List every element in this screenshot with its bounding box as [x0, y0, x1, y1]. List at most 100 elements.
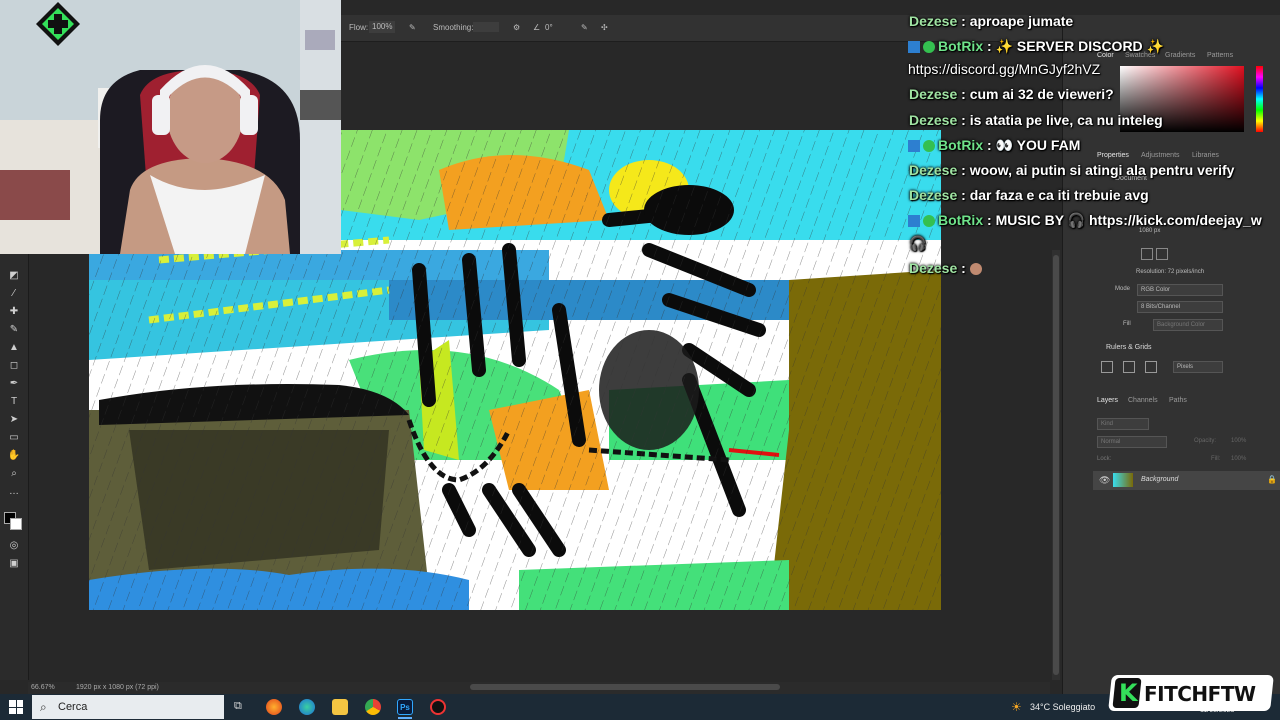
stamp-tool-icon[interactable]: ▲	[7, 342, 21, 354]
photoshop-icon[interactable]: Ps	[397, 699, 413, 715]
bot-badge-icon	[908, 41, 920, 53]
brush-airbrush-icon[interactable]: ✎	[409, 23, 416, 32]
portrait-icon[interactable]	[1141, 248, 1153, 260]
eye-icon[interactable]: 👁	[1099, 475, 1110, 486]
hue-slider[interactable]	[1256, 66, 1263, 132]
chat-message: Dezese :	[909, 260, 982, 276]
chat-username: Dezese	[909, 13, 958, 29]
chat-message: Dezese : aproape jumate	[909, 13, 1074, 29]
tab-paths[interactable]: Paths	[1169, 397, 1187, 404]
flow-label: Flow:	[349, 23, 369, 32]
crop-tool-icon[interactable]: ◩	[7, 270, 21, 282]
tab-gradients[interactable]: Gradients	[1165, 52, 1195, 59]
pen-tool-icon[interactable]: ✒	[7, 378, 21, 390]
landscape-icon[interactable]	[1156, 248, 1168, 260]
chat-username: Dezese	[909, 86, 958, 102]
chat-text: dar faza e ca iti trebuie avg	[969, 187, 1149, 203]
emote-icon: 👀	[995, 137, 1014, 153]
rectangle-tool-icon[interactable]: ▭	[7, 432, 21, 444]
obs-icon[interactable]	[430, 699, 446, 715]
tab-adjustments[interactable]: Adjustments	[1141, 152, 1180, 159]
chat-text: cum ai 32 de vieweri?	[969, 86, 1114, 102]
weather-text[interactable]: 34°C Soleggiato	[1030, 702, 1095, 712]
background-color-swatch[interactable]	[10, 518, 22, 530]
chat-message: Dezese : dar faza e ca iti trebuie avg	[909, 187, 1149, 203]
rulers-icon[interactable]	[1101, 361, 1113, 373]
brand-cross-icon	[36, 2, 80, 46]
chrome-icon[interactable]	[365, 699, 381, 715]
logo-text: FITCHFTW	[1144, 682, 1256, 706]
chat-username: BotRix	[938, 137, 984, 153]
zoom-tool-icon[interactable]: ⌕	[7, 468, 21, 480]
hand-tool-icon[interactable]: ✋	[7, 450, 21, 462]
pressure-icon[interactable]: ✎	[581, 23, 588, 32]
symmetry-icon[interactable]: ✣	[601, 23, 608, 32]
flow-input[interactable]: 100%	[369, 21, 396, 33]
layer-name[interactable]: Background	[1141, 476, 1178, 483]
path-select-icon[interactable]: ➤	[7, 414, 21, 426]
chat-username: BotRix	[938, 212, 984, 228]
fill-percent-value[interactable]: 100%	[1231, 456, 1246, 462]
chat-username: Dezese	[909, 260, 958, 276]
webcam-overlay	[0, 0, 341, 254]
brush-tool-icon[interactable]: ✎	[7, 324, 21, 336]
document-info[interactable]: 1920 px x 1080 px (72 ppi)	[76, 684, 159, 691]
smoothing-label: Smoothing:	[433, 23, 474, 32]
bit-depth-select[interactable]: 8 Bits/Channel	[1137, 301, 1223, 313]
layer-thumbnail	[1113, 473, 1133, 487]
fill-percent-label: Fill:	[1211, 456, 1221, 462]
vertical-scrollbar[interactable]	[1053, 255, 1059, 675]
eyedropper-tool-icon[interactable]: ⁄	[7, 288, 21, 300]
task-view-icon[interactable]: ⧉	[234, 700, 242, 713]
mode-select[interactable]: RGB Color	[1137, 284, 1223, 296]
tab-layers[interactable]: Layers	[1097, 397, 1118, 404]
horizontal-scrollbar[interactable]	[470, 684, 780, 690]
edge-icon[interactable]	[299, 699, 315, 715]
units-select[interactable]: Pixels	[1173, 361, 1223, 373]
chat-text: YOU FAM	[1016, 137, 1081, 153]
firefox-icon[interactable]	[266, 699, 282, 715]
tab-properties[interactable]: Properties	[1097, 152, 1129, 159]
chat-message: BotRix : ✨ SERVER DISCORD ✨	[908, 38, 1164, 55]
chat-username: Dezese	[909, 162, 958, 178]
smoothing-input[interactable]	[473, 22, 499, 32]
chat-text: MUSIC BY 🎧 https://kick.com/deejay_w	[995, 212, 1262, 228]
type-tool-icon[interactable]: T	[7, 396, 21, 408]
more-tools-icon[interactable]: …	[7, 486, 21, 498]
layer-filter-kind[interactable]: Kind	[1097, 418, 1149, 430]
chat-link[interactable]: https://discord.gg/MnGJyf2hVZ	[908, 61, 1100, 77]
lock-label: Lock:	[1097, 456, 1112, 462]
screen-mode-icon[interactable]: ▣	[7, 558, 21, 570]
file-explorer-icon[interactable]	[332, 699, 348, 715]
chat-message: Dezese : woow, ai putin si atingi ala pe…	[909, 162, 1235, 178]
layer-row[interactable]: 👁 Background 🔒	[1093, 471, 1280, 490]
lock-icon: 🔒	[1267, 475, 1277, 484]
search-placeholder: Cerca	[58, 701, 88, 713]
chat-message: BotRix : 👀 YOU FAM	[908, 137, 1080, 154]
grid-icon[interactable]	[1123, 361, 1135, 373]
eraser-tool-icon[interactable]: ◻	[7, 360, 21, 372]
opacity-value[interactable]: 100%	[1231, 438, 1246, 444]
blend-mode-select[interactable]: Normal	[1097, 436, 1167, 448]
angle-icon: ∠	[533, 23, 541, 32]
chat-text: ✨ SERVER DISCORD ✨	[995, 38, 1164, 54]
chat-message: BotRix : MUSIC BY 🎧 https://kick.com/dee…	[908, 212, 1262, 229]
healing-tool-icon[interactable]: ✚	[7, 306, 21, 318]
gear-icon[interactable]: ⚙	[513, 23, 520, 32]
chat-text: aproape jumate	[969, 13, 1074, 29]
verified-badge-icon	[923, 215, 935, 227]
bot-badge-icon	[908, 140, 920, 152]
quick-mask-icon[interactable]: ◎	[7, 540, 21, 552]
zoom-level[interactable]: 66.67%	[31, 684, 55, 691]
tab-channels[interactable]: Channels	[1128, 397, 1158, 404]
tab-patterns[interactable]: Patterns	[1207, 52, 1233, 59]
angle-input[interactable]: 0°	[545, 23, 553, 32]
active-app-indicator	[398, 717, 412, 719]
windows-start-icon[interactable]	[9, 700, 23, 714]
fill-select[interactable]: Background Color	[1153, 319, 1223, 331]
guides-icon[interactable]	[1145, 361, 1157, 373]
rulers-grids-header[interactable]: Rulers & Grids	[1106, 344, 1152, 351]
mode-label: Mode	[1115, 286, 1131, 292]
tab-libraries[interactable]: Libraries	[1192, 152, 1219, 159]
chat-username: BotRix	[938, 38, 984, 54]
